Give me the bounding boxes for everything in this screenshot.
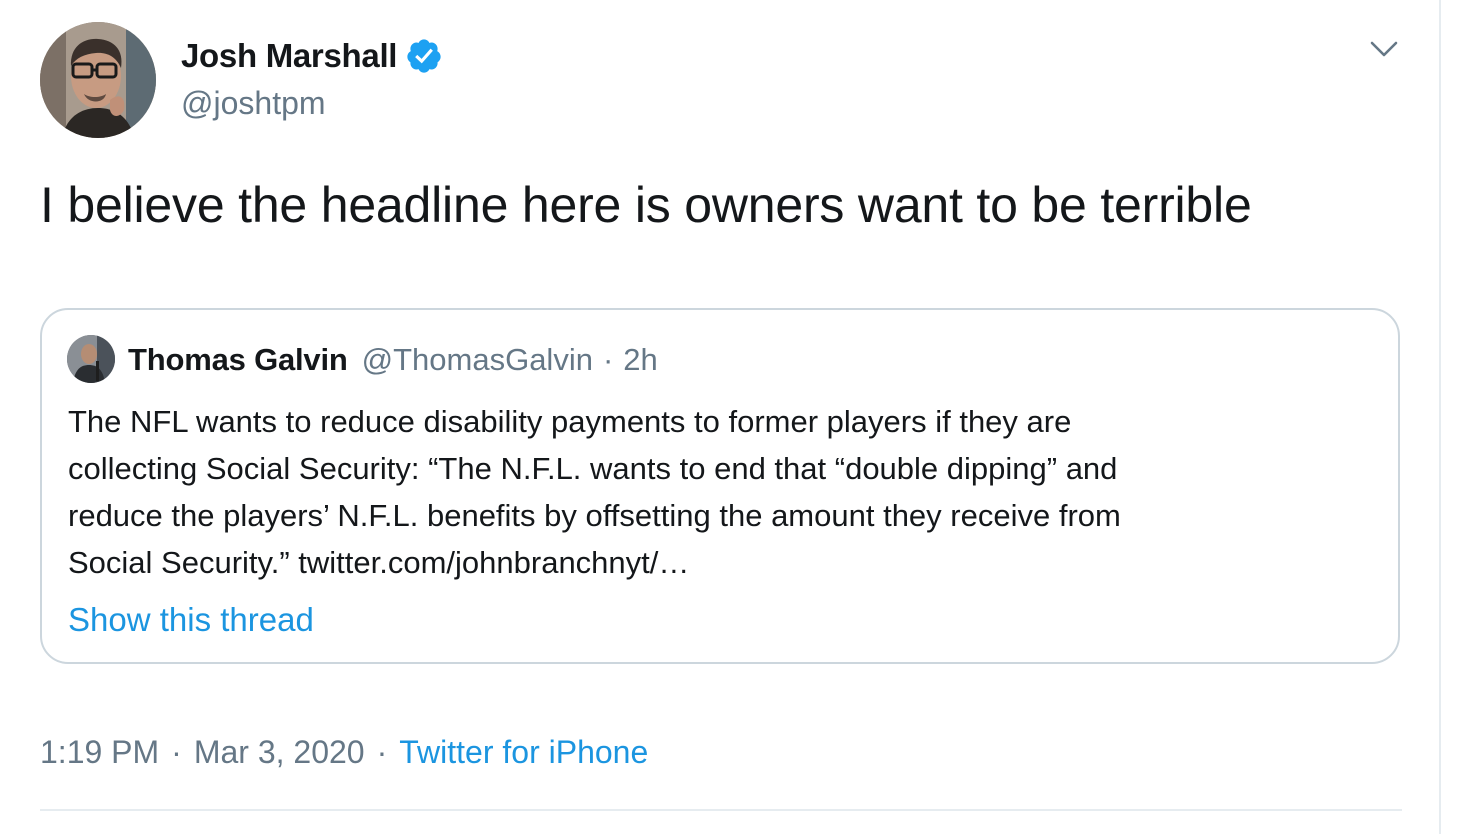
quoted-text-line: reduce the players’ N.F.L. benefits by o… (68, 498, 1121, 533)
quoted-tweet-header: Thomas Galvin @ThomasGalvin · 2h (128, 340, 658, 380)
quoted-tweet-card[interactable]: Thomas Galvin @ThomasGalvin · 2h The NFL… (40, 308, 1400, 664)
quoted-text-line: The NFL wants to reduce disability payme… (68, 404, 1072, 439)
avatar-photo-icon (67, 335, 115, 383)
chevron-down-icon (1370, 41, 1398, 57)
quoted-text-line: Social Security.” twitter.com/johnbranch… (68, 545, 690, 580)
tweet-text: I believe the headline here is owners wa… (40, 177, 1252, 233)
author-name-row[interactable]: Josh Marshall (181, 36, 443, 76)
quoted-author-name: Thomas Galvin (128, 342, 348, 377)
author-name[interactable]: Josh Marshall (181, 36, 397, 76)
quoted-tweet-text: The NFL wants to reduce disability payme… (68, 398, 1378, 586)
tweet-time[interactable]: 1:19 PM (40, 734, 159, 771)
tweet-date[interactable]: Mar 3, 2020 (194, 734, 365, 771)
meta-separator: · (171, 733, 182, 770)
tweet-meta: 1:19 PM · Mar 3, 2020 · Twitter for iPho… (40, 730, 648, 774)
tweet-menu-button[interactable] (1366, 34, 1402, 64)
show-thread-link[interactable]: Show this thread (68, 598, 314, 642)
column-border (1439, 0, 1441, 834)
quoted-timestamp: 2h (623, 342, 658, 377)
author-handle[interactable]: @joshtpm (181, 83, 326, 123)
verified-badge-icon (405, 37, 443, 75)
quoted-author-avatar (67, 335, 115, 383)
quoted-author-handle: @ThomasGalvin (361, 342, 593, 377)
meta-separator: · (376, 733, 388, 770)
quoted-header-separator: · (602, 342, 614, 377)
author-avatar[interactable] (40, 22, 156, 138)
divider (40, 809, 1402, 811)
tweet-source-link[interactable]: Twitter for iPhone (399, 734, 648, 771)
quoted-text-line: collecting Social Security: “The N.F.L. … (68, 451, 1118, 486)
avatar-photo-icon (40, 22, 156, 138)
